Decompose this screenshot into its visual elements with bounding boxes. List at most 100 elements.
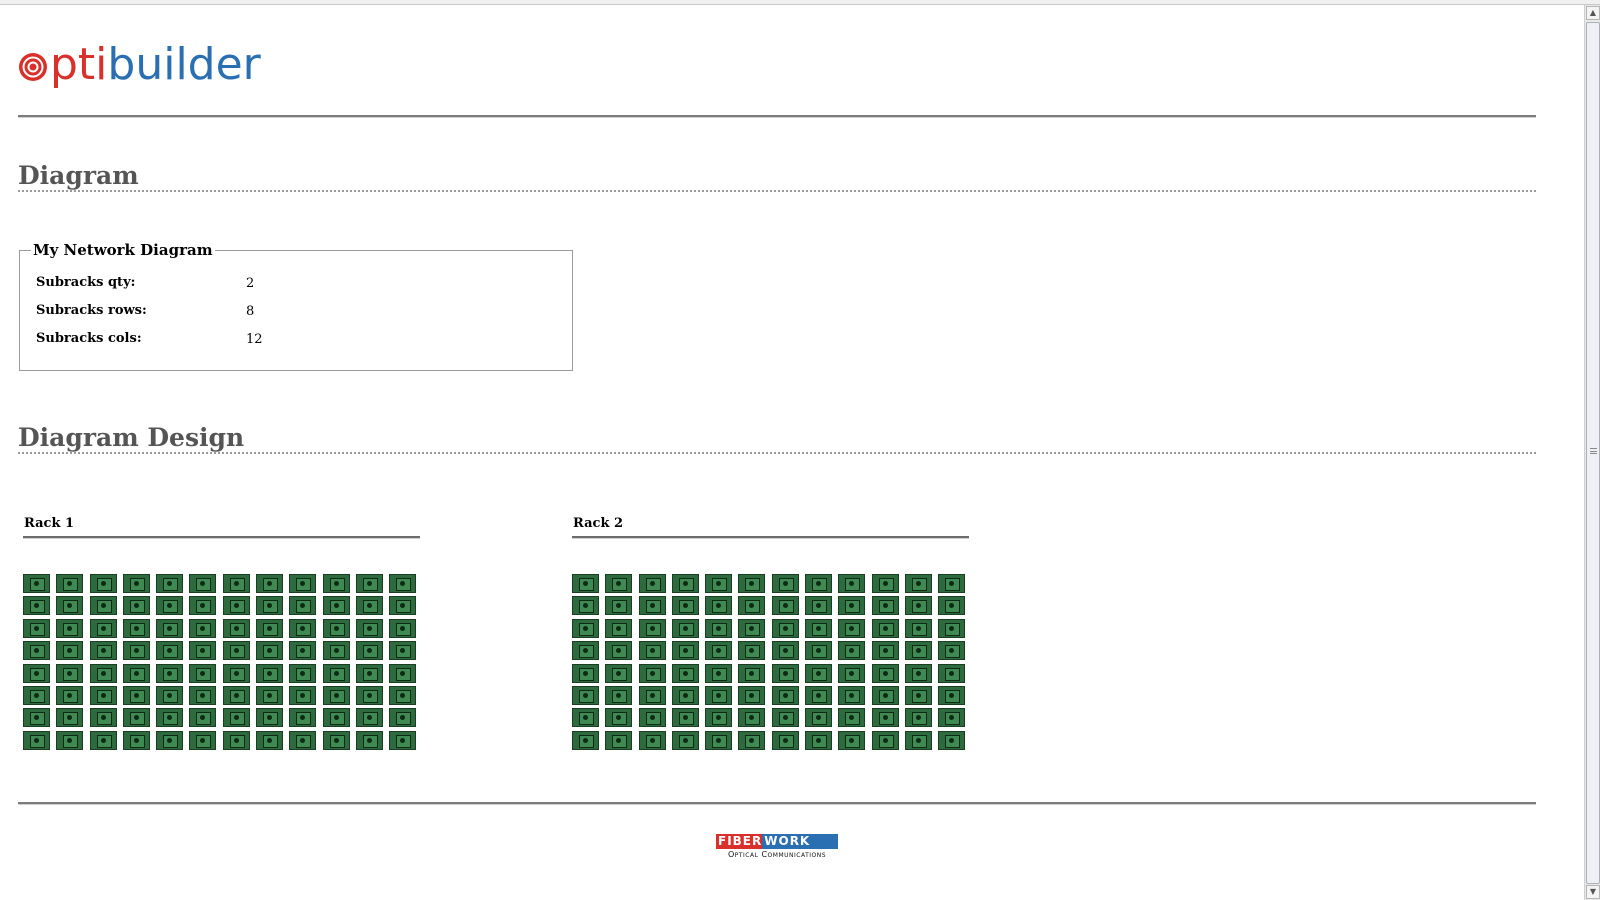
subrack-slot-icon[interactable] <box>738 685 766 705</box>
subrack-slot-icon[interactable] <box>122 730 150 750</box>
subrack-slot-icon[interactable] <box>322 618 350 638</box>
subrack-slot-icon[interactable] <box>355 641 383 661</box>
subrack-slot-icon[interactable] <box>738 574 766 593</box>
subrack-slot-icon[interactable] <box>938 641 966 661</box>
subrack-slot-icon[interactable] <box>322 730 350 750</box>
subrack-slot-icon[interactable] <box>89 730 117 750</box>
subrack-slot-icon[interactable] <box>389 574 417 593</box>
subrack-slot-icon[interactable] <box>56 596 84 616</box>
subrack-slot-icon[interactable] <box>871 708 899 728</box>
subrack-slot-icon[interactable] <box>871 663 899 683</box>
subrack-slot-icon[interactable] <box>871 574 899 593</box>
subrack-slot-icon[interactable] <box>705 663 733 683</box>
subrack-slot-icon[interactable] <box>805 730 833 750</box>
subrack-slot-icon[interactable] <box>222 574 250 593</box>
subrack-slot-icon[interactable] <box>705 618 733 638</box>
subrack-slot-icon[interactable] <box>289 596 317 616</box>
subrack-slot-icon[interactable] <box>322 641 350 661</box>
subrack-slot-icon[interactable] <box>572 618 599 638</box>
subrack-slot-icon[interactable] <box>289 730 317 750</box>
subrack-slot-icon[interactable] <box>871 596 899 616</box>
subrack-slot-icon[interactable] <box>771 685 799 705</box>
subrack-slot-icon[interactable] <box>572 708 599 728</box>
subrack-slot-icon[interactable] <box>256 663 284 683</box>
subrack-slot-icon[interactable] <box>189 574 217 593</box>
subrack-slot-icon[interactable] <box>805 574 833 593</box>
subrack-slot-icon[interactable] <box>56 574 84 593</box>
subrack-slot-icon[interactable] <box>189 708 217 728</box>
subrack-slot-icon[interactable] <box>222 685 250 705</box>
subrack-slot-icon[interactable] <box>771 708 799 728</box>
subrack-slot-icon[interactable] <box>605 708 633 728</box>
subrack-slot-icon[interactable] <box>222 663 250 683</box>
subrack-slot-icon[interactable] <box>938 663 966 683</box>
subrack-slot-icon[interactable] <box>705 730 733 750</box>
subrack-slot-icon[interactable] <box>289 618 317 638</box>
subrack-slot-icon[interactable] <box>222 596 250 616</box>
subrack-slot-icon[interactable] <box>938 574 966 593</box>
subrack-slot-icon[interactable] <box>738 641 766 661</box>
subrack-slot-icon[interactable] <box>322 708 350 728</box>
subrack-slot-icon[interactable] <box>89 685 117 705</box>
subrack-slot-icon[interactable] <box>938 708 966 728</box>
subrack-slot-icon[interactable] <box>56 730 84 750</box>
subrack-slot-icon[interactable] <box>122 618 150 638</box>
subrack-slot-icon[interactable] <box>838 641 866 661</box>
subrack-slot-icon[interactable] <box>871 730 899 750</box>
subrack-slot-icon[interactable] <box>771 730 799 750</box>
subrack-slot-icon[interactable] <box>572 641 599 661</box>
subrack-slot-icon[interactable] <box>189 596 217 616</box>
subrack-slot-icon[interactable] <box>256 641 284 661</box>
subrack-slot-icon[interactable] <box>89 663 117 683</box>
subrack-slot-icon[interactable] <box>904 685 932 705</box>
subrack-slot-icon[interactable] <box>23 574 50 593</box>
subrack-slot-icon[interactable] <box>572 596 599 616</box>
subrack-slot-icon[interactable] <box>838 574 866 593</box>
subrack-slot-icon[interactable] <box>89 596 117 616</box>
subrack-slot-icon[interactable] <box>189 663 217 683</box>
subrack-slot-icon[interactable] <box>189 618 217 638</box>
subrack-slot-icon[interactable] <box>871 685 899 705</box>
subrack-slot-icon[interactable] <box>572 730 599 750</box>
subrack-slot-icon[interactable] <box>23 663 50 683</box>
subrack-slot-icon[interactable] <box>605 641 633 661</box>
subrack-slot-icon[interactable] <box>671 708 699 728</box>
subrack-slot-icon[interactable] <box>389 708 417 728</box>
subrack-slot-icon[interactable] <box>572 574 599 593</box>
subrack-slot-icon[interactable] <box>389 730 417 750</box>
scrollbar-thumb[interactable] <box>1586 22 1600 884</box>
subrack-slot-icon[interactable] <box>355 618 383 638</box>
subrack-slot-icon[interactable] <box>638 596 666 616</box>
subrack-slot-icon[interactable] <box>771 663 799 683</box>
subrack-slot-icon[interactable] <box>838 596 866 616</box>
subrack-slot-icon[interactable] <box>56 708 84 728</box>
subrack-slot-icon[interactable] <box>605 618 633 638</box>
subrack-slot-icon[interactable] <box>738 596 766 616</box>
subrack-slot-icon[interactable] <box>156 663 184 683</box>
subrack-slot-icon[interactable] <box>938 730 966 750</box>
subrack-slot-icon[interactable] <box>671 663 699 683</box>
subrack-slot-icon[interactable] <box>156 574 184 593</box>
subrack-slot-icon[interactable] <box>738 708 766 728</box>
subrack-slot-icon[interactable] <box>189 730 217 750</box>
subrack-slot-icon[interactable] <box>289 708 317 728</box>
subrack-slot-icon[interactable] <box>904 596 932 616</box>
subrack-slot-icon[interactable] <box>572 663 599 683</box>
subrack-slot-icon[interactable] <box>355 596 383 616</box>
subrack-slot-icon[interactable] <box>189 685 217 705</box>
subrack-slot-icon[interactable] <box>705 574 733 593</box>
subrack-slot-icon[interactable] <box>322 596 350 616</box>
subrack-slot-icon[interactable] <box>222 730 250 750</box>
subrack-slot-icon[interactable] <box>222 618 250 638</box>
subrack-slot-icon[interactable] <box>122 663 150 683</box>
subrack-slot-icon[interactable] <box>605 685 633 705</box>
subrack-slot-icon[interactable] <box>671 641 699 661</box>
subrack-slot-icon[interactable] <box>256 574 284 593</box>
subrack-slot-icon[interactable] <box>89 618 117 638</box>
scroll-up-arrow-icon[interactable]: ▲ <box>1586 6 1600 20</box>
subrack-slot-icon[interactable] <box>605 663 633 683</box>
subrack-slot-icon[interactable] <box>838 730 866 750</box>
subrack-slot-icon[interactable] <box>938 596 966 616</box>
subrack-slot-icon[interactable] <box>156 730 184 750</box>
subrack-slot-icon[interactable] <box>904 730 932 750</box>
